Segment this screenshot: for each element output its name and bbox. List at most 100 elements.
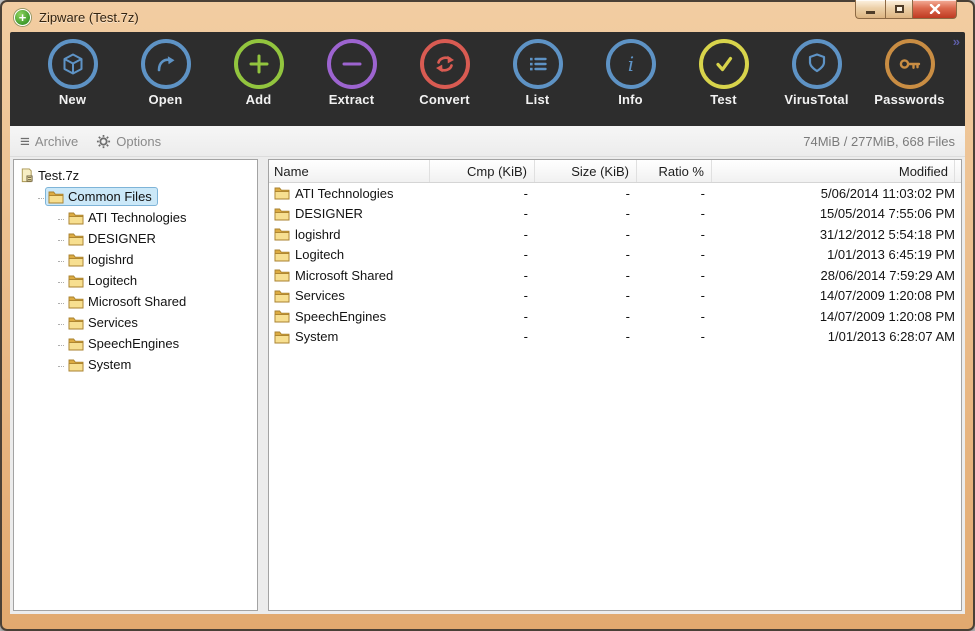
- column-header-cmp[interactable]: Cmp (KiB): [430, 160, 535, 182]
- extract-button[interactable]: Extract: [305, 39, 398, 107]
- column-header-size[interactable]: Size (KiB): [535, 160, 637, 182]
- table-row[interactable]: DESIGNER - - - 15/05/2014 7:55:06 PM: [269, 204, 961, 225]
- convert-button-label: Convert: [419, 92, 470, 107]
- row-ratio: -: [637, 329, 712, 344]
- info-button[interactable]: i Info: [584, 39, 677, 107]
- open-button-label: Open: [148, 92, 182, 107]
- column-header-stub: [955, 160, 961, 182]
- folder-icon: [274, 289, 290, 303]
- column-header-name[interactable]: Name: [269, 160, 430, 182]
- tree-item-label: Common Files: [68, 189, 152, 204]
- row-size: -: [535, 309, 637, 324]
- convert-button[interactable]: Convert: [398, 39, 491, 107]
- open-button[interactable]: Open: [119, 39, 212, 107]
- row-ratio: -: [637, 288, 712, 303]
- row-cmp: -: [430, 268, 535, 283]
- row-ratio: -: [637, 206, 712, 221]
- list-icon: [513, 39, 563, 89]
- row-size: -: [535, 268, 637, 283]
- tree-item-label: Logitech: [88, 273, 137, 288]
- cube-icon: [48, 39, 98, 89]
- maximize-button[interactable]: [885, 0, 913, 19]
- table-row[interactable]: Services - - - 14/07/2009 1:20:08 PM: [269, 286, 961, 307]
- tree-item[interactable]: SpeechEngines: [56, 333, 255, 354]
- key-icon: [885, 39, 935, 89]
- main-toolbar: New Open Add: [10, 32, 965, 126]
- titlebar: + Zipware (Test.7z): [10, 2, 965, 32]
- folder-icon: [68, 295, 84, 309]
- minus-icon: [327, 39, 377, 89]
- close-icon: [929, 4, 941, 14]
- test-button[interactable]: Test: [677, 39, 770, 107]
- new-button-label: New: [59, 92, 86, 107]
- folder-icon: [68, 274, 84, 288]
- row-name: ATI Technologies: [295, 186, 394, 201]
- maximize-icon: [895, 5, 904, 13]
- table-row[interactable]: System - - - 1/01/2013 6:28:07 AM: [269, 327, 961, 348]
- tree-item-label: logishrd: [88, 252, 134, 267]
- folder-tree-panel: Test.7z Common Files: [13, 159, 258, 611]
- column-header-modified[interactable]: Modified: [712, 160, 955, 182]
- row-cmp: -: [430, 309, 535, 324]
- tree-item[interactable]: Logitech: [56, 270, 255, 291]
- row-cmp: -: [430, 186, 535, 201]
- extract-button-label: Extract: [329, 92, 374, 107]
- window-controls: [855, 0, 957, 19]
- row-size: -: [535, 288, 637, 303]
- minimize-button[interactable]: [855, 0, 885, 19]
- row-cmp: -: [430, 206, 535, 221]
- virustotal-button[interactable]: VirusTotal: [770, 39, 863, 107]
- row-modified: 14/07/2009 1:20:08 PM: [712, 288, 961, 303]
- tree-item[interactable]: Microsoft Shared: [56, 291, 255, 312]
- tree-item[interactable]: Test.7z: [16, 165, 255, 186]
- row-size: -: [535, 329, 637, 344]
- add-button[interactable]: Add: [212, 39, 305, 107]
- toolbar-overflow-icon[interactable]: »: [953, 34, 958, 49]
- row-ratio: -: [637, 247, 712, 262]
- tree-item-label: ATI Technologies: [88, 210, 187, 225]
- close-button[interactable]: [913, 0, 957, 19]
- add-button-label: Add: [246, 92, 272, 107]
- archive-stats: 74MiB / 277MiB, 668 Files: [803, 134, 955, 149]
- tree-item-label: Test.7z: [38, 168, 79, 183]
- test-button-label: Test: [710, 92, 737, 107]
- tree-item[interactable]: Services: [56, 312, 255, 333]
- table-row[interactable]: Logitech - - - 1/01/2013 6:45:19 PM: [269, 245, 961, 266]
- open-arrow-icon: [141, 39, 191, 89]
- tree-item-label: Services: [88, 315, 138, 330]
- column-header-ratio[interactable]: Ratio %: [637, 160, 712, 182]
- tree-item[interactable]: DESIGNER: [56, 228, 255, 249]
- row-cmp: -: [430, 227, 535, 242]
- archive-menu[interactable]: ≡ Archive: [20, 133, 78, 150]
- tree-item[interactable]: logishrd: [56, 249, 255, 270]
- list-button[interactable]: List: [491, 39, 584, 107]
- info-button-label: Info: [618, 92, 643, 107]
- tree-item[interactable]: System: [56, 354, 255, 375]
- folder-icon: [68, 358, 84, 372]
- row-size: -: [535, 227, 637, 242]
- row-name: Microsoft Shared: [295, 268, 393, 283]
- folder-icon: [274, 207, 290, 221]
- shield-icon: [792, 39, 842, 89]
- table-row[interactable]: SpeechEngines - - - 14/07/2009 1:20:08 P…: [269, 306, 961, 327]
- options-menu[interactable]: Options: [96, 134, 161, 149]
- tree-item[interactable]: Common Files: [36, 186, 255, 207]
- row-ratio: -: [637, 309, 712, 324]
- window-title: Zipware (Test.7z): [39, 10, 139, 25]
- table-row[interactable]: logishrd - - - 31/12/2012 5:54:18 PM: [269, 224, 961, 245]
- row-cmp: -: [430, 247, 535, 262]
- check-icon: [699, 39, 749, 89]
- folder-icon: [68, 337, 84, 351]
- tree-item[interactable]: ATI Technologies: [56, 207, 255, 228]
- row-modified: 31/12/2012 5:54:18 PM: [712, 227, 961, 242]
- row-modified: 5/06/2014 11:03:02 PM: [712, 186, 961, 201]
- archive-icon: [19, 168, 34, 183]
- content-area: Test.7z Common Files: [10, 157, 965, 614]
- table-row[interactable]: Microsoft Shared - - - 28/06/2014 7:59:2…: [269, 265, 961, 286]
- row-name: DESIGNER: [295, 206, 363, 221]
- table-row[interactable]: ATI Technologies - - - 5/06/2014 11:03:0…: [269, 183, 961, 204]
- new-button[interactable]: New: [26, 39, 119, 107]
- list-button-label: List: [526, 92, 550, 107]
- row-modified: 1/01/2013 6:28:07 AM: [712, 329, 961, 344]
- passwords-button[interactable]: Passwords: [863, 39, 956, 107]
